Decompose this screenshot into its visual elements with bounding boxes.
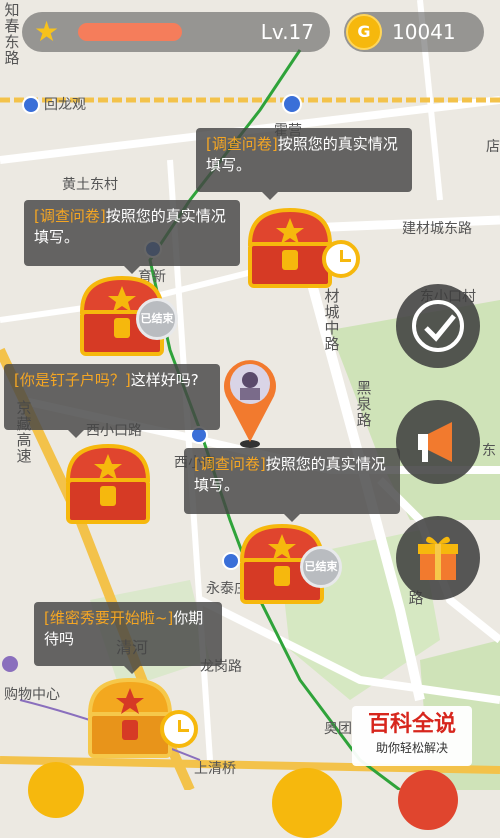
quest-tag: [调查问卷]	[206, 135, 278, 153]
announcement-button[interactable]	[396, 400, 480, 484]
coin-icon: G	[346, 14, 382, 50]
bottom-button-right[interactable]	[398, 770, 458, 830]
map-label-jiancai-chenglu: 建材城东路	[402, 221, 472, 237]
map-label-dong: 东	[482, 443, 496, 459]
quest-bubble[interactable]: [调查问卷]按照您的真实情况填写。	[196, 128, 412, 200]
map-label-heiquan-lu: 黑泉路	[356, 379, 372, 429]
map-label-jiancai-zhonglu: 材城中路	[324, 287, 340, 353]
ended-stamp: 已结束	[300, 546, 342, 588]
player-status-bar[interactable]: ★ Lv.17	[22, 12, 330, 52]
map-label-huilongguan: 回龙观	[44, 97, 86, 113]
player-name-bar	[78, 23, 182, 41]
clock-icon	[160, 710, 198, 748]
shopping-poi-icon	[2, 656, 18, 672]
map-label-aoti: 奥团	[324, 721, 352, 737]
gift-icon	[418, 536, 458, 580]
watermark-logo: 百科全说 助你轻松解决	[352, 706, 472, 766]
map-label-huangtu-dongcun: 黄土东村	[62, 177, 118, 193]
clock-icon	[322, 240, 360, 278]
coin-amount: 10041	[392, 20, 456, 44]
ended-stamp: 已结束	[136, 298, 178, 340]
map-label-gouwu-zhongxin: 购物中心	[4, 687, 60, 703]
quest-bubble[interactable]: [维密秀要开始啦~]你期待吗	[34, 602, 222, 674]
treasure-chest-icon[interactable]	[62, 440, 154, 528]
quest-tag: [维密秀要开始啦~]	[44, 609, 174, 627]
map-label-zhichun: 知春东路	[4, 1, 20, 67]
check-icon	[412, 300, 464, 352]
star-icon: ★	[34, 15, 60, 48]
map-label-dian: 店	[486, 139, 500, 155]
quest-bubble[interactable]: [你是钉子户吗？]这样好吗?	[4, 364, 220, 438]
megaphone-icon	[418, 422, 452, 462]
quest-bubble[interactable]: [调查问卷]按照您的真实情况填写。	[24, 200, 240, 274]
watermark-subtitle: 助你轻松解决	[375, 741, 448, 755]
subway-station-icon	[282, 94, 302, 114]
quest-tag: [调查问卷]	[34, 207, 106, 225]
treasure-chest-icon[interactable]	[244, 204, 336, 292]
bottom-button-center[interactable]	[272, 768, 342, 838]
bottom-button-left[interactable]	[28, 762, 84, 818]
watermark-title: 百科全说	[367, 712, 456, 737]
check-in-button[interactable]	[396, 284, 480, 368]
player-level: Lv.17	[260, 20, 314, 44]
quest-bubble[interactable]: [调查问卷]按照您的真实情况填写。	[184, 448, 400, 522]
quest-text: 这样好吗?	[130, 371, 199, 389]
map-label-shangqingqiao: 上清桥	[194, 761, 236, 777]
quest-tag: [调查问卷]	[194, 455, 266, 473]
quest-tag: [你是钉子户吗？]	[14, 371, 131, 389]
player-location-pin[interactable]	[218, 354, 282, 450]
coin-counter[interactable]: G 10041	[344, 12, 484, 52]
gift-button[interactable]	[396, 516, 480, 600]
subway-station-icon	[22, 96, 40, 114]
